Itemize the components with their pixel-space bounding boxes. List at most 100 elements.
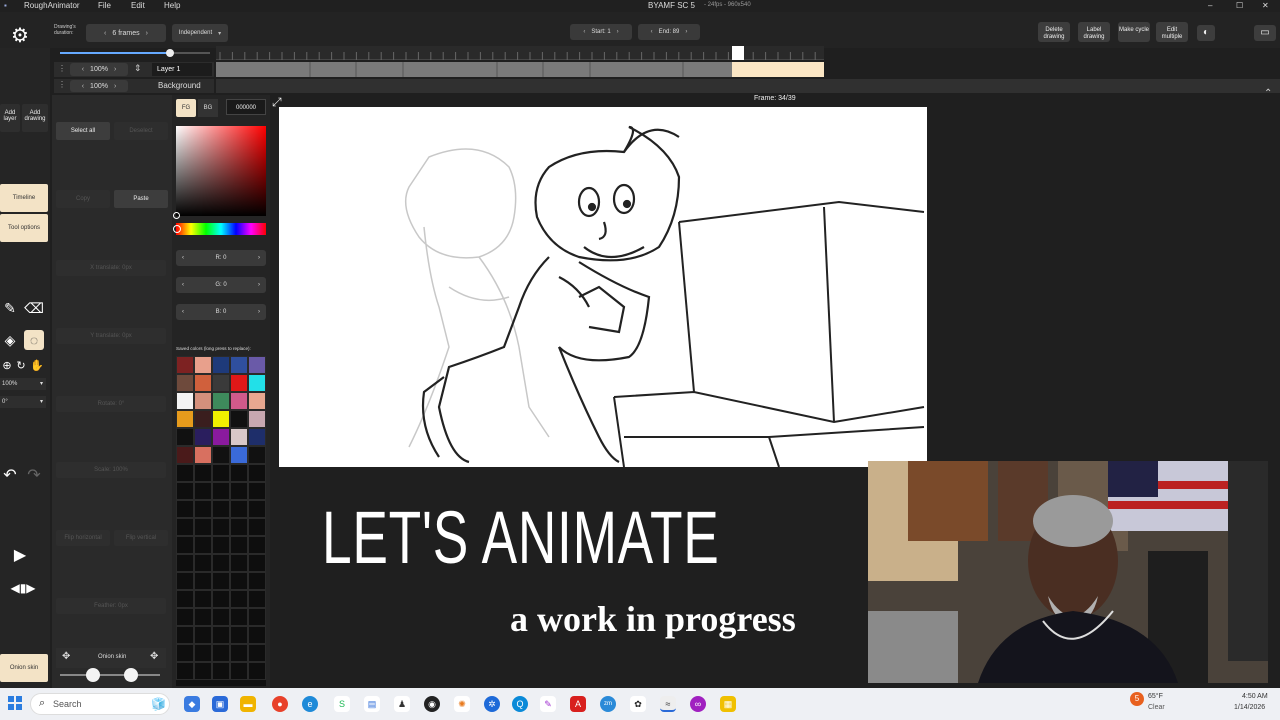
color-swatch[interactable] — [248, 608, 266, 626]
color-swatch[interactable] — [230, 554, 248, 572]
brush-icon[interactable]: ✎ — [0, 298, 20, 318]
chatgpt-icon[interactable]: ✿ — [630, 696, 646, 712]
app-icon-purple[interactable]: ✎ — [540, 696, 556, 712]
saturation-value-picker[interactable] — [173, 126, 266, 219]
color-swatch[interactable] — [212, 428, 230, 446]
color-swatch[interactable] — [212, 392, 230, 410]
color-swatch[interactable] — [194, 500, 212, 518]
x-translate-field[interactable]: X translate: 0px — [56, 260, 166, 276]
fullscreen-icon[interactable]: ▭ — [1254, 25, 1276, 41]
color-swatch[interactable] — [194, 446, 212, 464]
blender-icon[interactable]: ✺ — [454, 696, 470, 712]
color-swatch[interactable] — [248, 662, 266, 680]
color-swatch[interactable] — [248, 446, 266, 464]
flip-vertical-button[interactable]: Flip vertical — [114, 530, 168, 546]
drawing-canvas[interactable] — [279, 107, 927, 468]
app-icon[interactable]: ♟ — [394, 696, 410, 712]
settings-gear-icon[interactable]: ⚙ — [8, 24, 32, 48]
color-swatch[interactable] — [194, 662, 212, 680]
chevron-right-icon[interactable]: › — [617, 29, 619, 35]
color-swatch[interactable] — [212, 536, 230, 554]
color-swatch[interactable] — [176, 374, 194, 392]
onion-skin-range[interactable] — [60, 668, 160, 682]
color-swatch[interactable] — [248, 590, 266, 608]
play-icon[interactable]: ▶ — [10, 546, 30, 566]
chevron-left-icon[interactable]: ‹ — [104, 30, 106, 37]
color-swatch[interactable] — [176, 446, 194, 464]
select-all-button[interactable]: Select all — [56, 122, 110, 140]
color-swatch[interactable] — [212, 572, 230, 590]
clock-date[interactable]: 1/14/2026 — [1234, 704, 1265, 711]
color-swatch[interactable] — [248, 464, 266, 482]
flip-horizontal-button[interactable]: Flip horizontal — [56, 530, 110, 546]
move-icon[interactable]: ✥ — [150, 651, 158, 662]
color-swatch[interactable] — [212, 590, 230, 608]
color-swatch[interactable] — [248, 410, 266, 428]
color-swatch[interactable] — [194, 554, 212, 572]
color-swatch[interactable] — [176, 518, 194, 536]
start-frame-stepper[interactable]: ‹ Start: 1 › — [570, 24, 632, 40]
color-swatch[interactable] — [248, 536, 266, 554]
color-swatch[interactable] — [248, 374, 266, 392]
color-swatch[interactable] — [212, 662, 230, 680]
color-swatch[interactable] — [194, 410, 212, 428]
layer-row-1[interactable]: ⋮ ‹ 100% › ⇕ Layer 1 — [54, 62, 214, 77]
color-swatch[interactable] — [248, 392, 266, 410]
color-swatch[interactable] — [230, 500, 248, 518]
fg-color-button[interactable]: FG — [176, 99, 196, 117]
chevron-left-icon[interactable]: ‹ — [182, 255, 184, 261]
add-layer-button[interactable]: Add layer — [0, 104, 20, 132]
frame-step-icon[interactable]: ◀▮▶ — [0, 578, 46, 598]
taskbar-search-box[interactable]: ⌕ Search 🧊 — [30, 693, 170, 715]
color-swatch[interactable] — [194, 518, 212, 536]
store-icon[interactable]: ▤ — [364, 696, 380, 712]
background-opacity-stepper[interactable]: ‹ 100% › — [70, 80, 128, 92]
color-swatch[interactable] — [230, 590, 248, 608]
color-swatch[interactable] — [248, 572, 266, 590]
zoom-level-dropdown[interactable]: 100% ▾ — [0, 378, 46, 390]
color-swatch[interactable] — [248, 500, 266, 518]
app-icon-search[interactable]: Q — [512, 696, 528, 712]
s-app-icon[interactable]: S — [334, 696, 350, 712]
rotation-dropdown[interactable]: 0° ▾ — [0, 396, 46, 408]
color-swatch[interactable] — [176, 356, 194, 374]
copy-button[interactable]: Copy — [56, 190, 110, 208]
color-swatch[interactable] — [176, 662, 194, 680]
color-swatch[interactable] — [194, 590, 212, 608]
color-swatch[interactable] — [212, 626, 230, 644]
close-button[interactable]: ✕ — [1262, 1, 1269, 10]
make-cycle-button[interactable]: Make cycle — [1118, 22, 1150, 42]
chevron-left-icon[interactable]: ‹ — [583, 29, 585, 35]
chevron-right-icon[interactable]: › — [258, 282, 260, 288]
copilot-icon[interactable]: ◆ — [184, 696, 200, 712]
color-swatch[interactable] — [248, 644, 266, 662]
chevron-left-icon[interactable]: ‹ — [182, 309, 184, 315]
color-swatch[interactable] — [194, 428, 212, 446]
color-swatch[interactable] — [194, 572, 212, 590]
color-swatch[interactable] — [212, 410, 230, 428]
red-stepper[interactable]: ‹ R: 0 › — [176, 250, 266, 266]
bg-color-button[interactable]: BG — [198, 99, 218, 117]
lasso-icon[interactable]: ◌ — [24, 330, 44, 350]
edit-multiple-button[interactable]: Edit multiple — [1156, 22, 1188, 42]
visibility-toggle-icon[interactable]: ⇕ — [134, 63, 142, 74]
timeline-ruler[interactable] — [216, 46, 824, 60]
color-swatch[interactable] — [230, 572, 248, 590]
color-swatch[interactable] — [176, 428, 194, 446]
eraser-icon[interactable]: ⌫ — [24, 298, 44, 318]
chevron-left-icon[interactable]: ‹ — [82, 83, 84, 90]
file-explorer-icon[interactable]: ▬ — [240, 696, 256, 712]
hue-handle[interactable] — [173, 225, 181, 233]
mode-dropdown[interactable]: Independent ▾ — [172, 24, 228, 42]
color-swatch[interactable] — [212, 608, 230, 626]
menu-help[interactable]: Help — [164, 1, 180, 10]
color-swatch[interactable] — [194, 464, 212, 482]
menu-edit[interactable]: Edit — [131, 1, 145, 10]
obs-icon[interactable]: ◉ — [424, 696, 440, 712]
clock-time[interactable]: 4:50 AM — [1242, 693, 1268, 700]
color-swatch[interactable] — [194, 374, 212, 392]
color-swatch[interactable] — [176, 572, 194, 590]
chevron-right-icon[interactable]: › — [146, 30, 148, 37]
color-swatch[interactable] — [176, 482, 194, 500]
layer-row-background[interactable]: ⋮ ‹ 100% › Background — [54, 79, 214, 93]
